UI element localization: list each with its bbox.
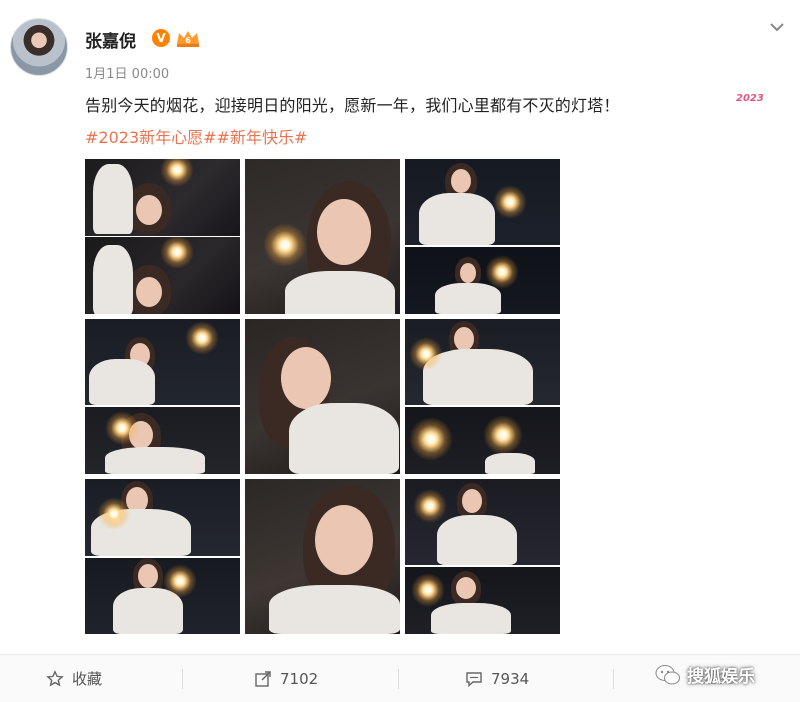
chevron-down-icon[interactable]: [768, 18, 786, 36]
post-text: 告别今天的烟花，迎接明日的阳光，愿新一年，我们心里都有不灭的灯塔！: [85, 96, 620, 115]
repost-button[interactable]: 7102: [254, 655, 318, 702]
favorite-button[interactable]: 收藏: [46, 655, 102, 702]
photo-8[interactable]: [245, 479, 400, 634]
divider: [613, 669, 614, 689]
crown-badge-icon: 6: [177, 31, 199, 47]
weibo-post-card: 张嘉倪 V 6 1月1日 00:00 告别今天的烟花，迎接明日的阳光，愿新一年，…: [0, 0, 800, 702]
hashtags[interactable]: #2023新年心愿##新年快乐#: [85, 124, 307, 148]
star-icon: [46, 669, 64, 686]
photo-1[interactable]: [85, 159, 240, 314]
comment-count: 7934: [491, 669, 530, 688]
photo-4[interactable]: [85, 319, 240, 474]
photo-7[interactable]: [85, 479, 240, 634]
favorite-label: 收藏: [72, 670, 103, 688]
comment-icon: [466, 671, 482, 687]
avatar[interactable]: [10, 18, 68, 76]
divider: [398, 669, 399, 689]
sohu-watermark: 搜狐娱乐: [655, 662, 755, 687]
svg-text:6: 6: [185, 36, 191, 45]
verified-badge-icon: V: [152, 29, 170, 47]
comment-button[interactable]: 7934: [465, 655, 529, 702]
post-timestamp[interactable]: 1月1日 00:00: [85, 63, 169, 82]
photo-grid: [85, 159, 560, 635]
divider: [182, 669, 183, 689]
repost-count: 7102: [280, 669, 319, 688]
photo-5[interactable]: [245, 319, 400, 474]
share-icon: [255, 670, 271, 687]
photo-2[interactable]: [245, 159, 400, 314]
photo-9[interactable]: [405, 479, 560, 634]
photo-6[interactable]: [405, 319, 560, 474]
username[interactable]: 张嘉倪: [85, 27, 136, 52]
photo-3[interactable]: [405, 159, 560, 314]
watermark-text: 搜狐娱乐: [687, 667, 755, 687]
new-year-sticker: 2023: [736, 93, 764, 104]
wechat-icon: [655, 664, 680, 684]
